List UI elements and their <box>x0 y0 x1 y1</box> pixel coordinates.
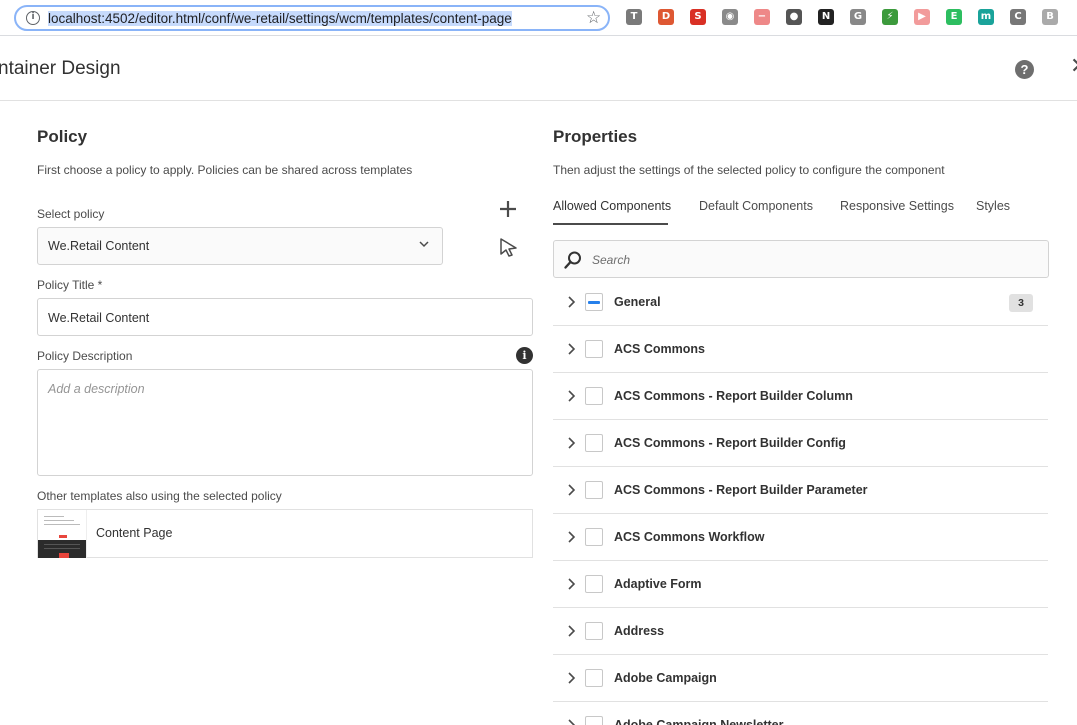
chevron-right-icon[interactable] <box>566 343 576 355</box>
component-group-label: ACS Commons - Report Builder Parameter <box>614 483 868 497</box>
dialog-title: ntainer Design <box>0 58 121 79</box>
component-checkbox[interactable] <box>585 434 603 452</box>
chevron-right-icon[interactable] <box>566 578 576 590</box>
template-thumbnail <box>38 510 87 558</box>
properties-description-text: Then adjust the settings of the selected… <box>553 163 945 177</box>
red-ext-icon[interactable]: S <box>690 9 706 25</box>
component-group-label: ACS Commons <box>614 342 705 356</box>
component-search-input[interactable]: Search <box>553 240 1049 278</box>
chevron-right-icon[interactable] <box>566 719 576 725</box>
component-group-row[interactable]: ACS Commons - Report Builder Column <box>553 373 1048 420</box>
component-checkbox[interactable] <box>585 716 603 725</box>
search-icon <box>564 251 581 269</box>
chevron-right-icon[interactable] <box>566 625 576 637</box>
component-group-row[interactable]: General 3 <box>553 279 1048 326</box>
policy-title-input[interactable]: We.Retail Content <box>37 298 533 336</box>
component-group-label: Adobe Campaign <box>614 671 717 685</box>
component-checkbox[interactable] <box>585 387 603 405</box>
camera-icon[interactable]: ◉ <box>722 9 738 25</box>
policy-description-textarea[interactable]: Add a description <box>37 369 533 476</box>
help-icon[interactable]: ? <box>1015 60 1034 79</box>
component-group-label: General <box>614 295 661 309</box>
url-text[interactable]: localhost:4502/editor.html/conf/we-retai… <box>48 10 574 27</box>
policy-title-value: We.Retail Content <box>48 311 150 325</box>
select-pointer-icon[interactable] <box>499 237 519 257</box>
leaf-icon[interactable]: ⚡ <box>882 9 898 25</box>
selected-policy-value: We.Retail Content <box>48 239 150 253</box>
play-icon[interactable]: ▶ <box>914 9 930 25</box>
select-policy-label: Select policy <box>37 207 105 221</box>
chevron-down-icon <box>419 241 429 248</box>
address-bar[interactable]: i localhost:4502/editor.html/conf/we-ret… <box>14 5 610 31</box>
chevron-right-icon[interactable] <box>566 531 576 543</box>
close-icon[interactable]: ✕ <box>1070 54 1077 79</box>
b-icon[interactable]: B <box>1042 9 1058 25</box>
component-group-row[interactable]: ACS Commons - Report Builder Parameter <box>553 467 1048 514</box>
component-group-row[interactable]: Adobe Campaign Newsletter <box>553 702 1048 725</box>
bookmark-star-icon[interactable]: ☆ <box>586 8 601 28</box>
policy-description-label: Policy Description <box>37 349 133 363</box>
template-card[interactable]: Content Page <box>37 509 533 558</box>
add-policy-icon[interactable] <box>498 199 518 219</box>
component-group-row[interactable]: Address <box>553 608 1048 655</box>
duckduckgo-icon[interactable]: D <box>658 9 674 25</box>
selected-count-badge: 3 <box>1009 294 1033 312</box>
component-group-label: ACS Commons - Report Builder Column <box>614 389 853 403</box>
tab-responsive-settings[interactable]: Responsive Settings <box>840 199 954 213</box>
component-group-row[interactable]: ACS Commons <box>553 326 1048 373</box>
component-checkbox[interactable] <box>585 481 603 499</box>
policy-heading: Policy <box>37 127 88 146</box>
component-checkbox[interactable] <box>585 340 603 358</box>
component-group-label: Adaptive Form <box>614 577 702 591</box>
c-icon[interactable]: C <box>1010 9 1026 25</box>
properties-heading: Properties <box>553 127 638 146</box>
component-checkbox[interactable] <box>585 622 603 640</box>
component-group-label: ACS Commons - Report Builder Config <box>614 436 846 450</box>
component-group-label: Adobe Campaign Newsletter <box>614 718 784 725</box>
component-checkbox[interactable] <box>585 669 603 687</box>
tab-allowed-components[interactable]: Allowed Components <box>553 199 671 213</box>
component-group-row[interactable]: Adaptive Form <box>553 561 1048 608</box>
component-group-row[interactable]: Adobe Campaign <box>553 655 1048 702</box>
t-icon[interactable]: T <box>626 9 642 25</box>
dialog-header: ntainer Design ? ✕ <box>0 37 1077 101</box>
tab-styles[interactable]: Styles <box>976 199 1010 213</box>
description-placeholder: Add a description <box>48 382 145 396</box>
g-icon[interactable]: G <box>850 9 866 25</box>
chevron-right-icon[interactable] <box>566 437 576 449</box>
policy-title-label: Policy Title * <box>37 278 103 292</box>
component-group-row[interactable]: ACS Commons - Report Builder Config <box>553 420 1048 467</box>
chevron-right-icon[interactable] <box>566 390 576 402</box>
evernote-icon[interactable]: E <box>946 9 962 25</box>
active-tab-indicator <box>553 223 668 225</box>
minus-circle-icon[interactable]: − <box>754 9 770 25</box>
component-checkbox[interactable] <box>585 575 603 593</box>
component-group-row[interactable]: ACS Commons Workflow <box>553 514 1048 561</box>
component-checkbox[interactable] <box>585 528 603 546</box>
browser-toolbar: i localhost:4502/editor.html/conf/we-ret… <box>0 0 1077 36</box>
chevron-right-icon[interactable] <box>566 484 576 496</box>
tab-default-components[interactable]: Default Components <box>699 199 813 213</box>
template-name: Content Page <box>96 526 173 540</box>
component-checkbox[interactable] <box>585 293 603 311</box>
site-info-icon[interactable]: i <box>26 11 40 25</box>
policy-description-text: First choose a policy to apply. Policies… <box>37 163 413 177</box>
policy-select[interactable]: We.Retail Content <box>37 227 443 265</box>
chevron-right-icon[interactable] <box>566 296 576 308</box>
m-icon[interactable]: m <box>978 9 994 25</box>
n-icon[interactable]: N <box>818 9 834 25</box>
chevron-right-icon[interactable] <box>566 672 576 684</box>
component-group-label: ACS Commons Workflow <box>614 530 765 544</box>
info-icon[interactable]: i <box>516 347 533 364</box>
search-placeholder: Search <box>592 253 631 267</box>
other-templates-label: Other templates also using the selected … <box>37 489 282 503</box>
circle-icon[interactable]: ● <box>786 9 802 25</box>
component-group-label: Address <box>614 624 665 638</box>
